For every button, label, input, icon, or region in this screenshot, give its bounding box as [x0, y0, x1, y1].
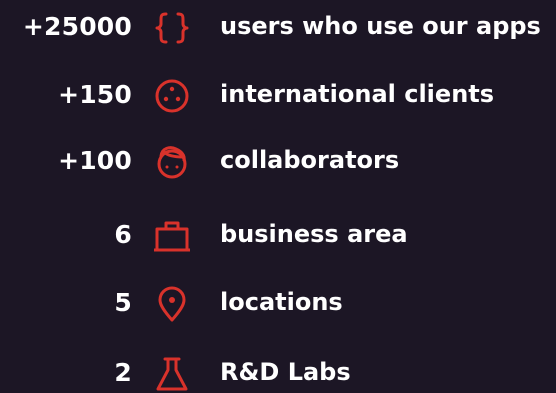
globe-dots-icon — [152, 76, 192, 116]
stat-row-clients: +150 international clients — [0, 76, 556, 116]
stats-list: +25000 users who use our apps +150 inter… — [0, 0, 556, 393]
stat-value: 2 — [114, 358, 132, 387]
stat-value: +100 — [58, 146, 132, 175]
stat-row-collaborators: +100 collaborators — [0, 142, 556, 182]
stat-value: +150 — [58, 80, 132, 109]
stat-label: international clients — [220, 80, 495, 108]
curly-braces-icon — [152, 8, 192, 48]
stat-value: 6 — [114, 220, 132, 249]
stat-label: collaborators — [220, 146, 400, 174]
stat-value: 5 — [114, 288, 132, 317]
stat-label: locations — [220, 288, 343, 316]
briefcase-icon — [152, 216, 192, 256]
stat-row-business-area: 6 business area — [0, 216, 556, 256]
flask-icon — [152, 354, 192, 393]
stat-value: +25000 — [22, 12, 132, 41]
stat-label: R&D Labs — [220, 358, 351, 386]
stat-label: business area — [220, 220, 408, 248]
stat-label: users who use our apps — [220, 12, 541, 40]
person-face-icon — [152, 142, 192, 182]
stat-row-labs: 2 R&D Labs — [0, 354, 556, 393]
stat-row-users: +25000 users who use our apps — [0, 8, 556, 48]
stat-row-locations: 5 locations — [0, 284, 556, 324]
map-pin-icon — [152, 284, 192, 324]
